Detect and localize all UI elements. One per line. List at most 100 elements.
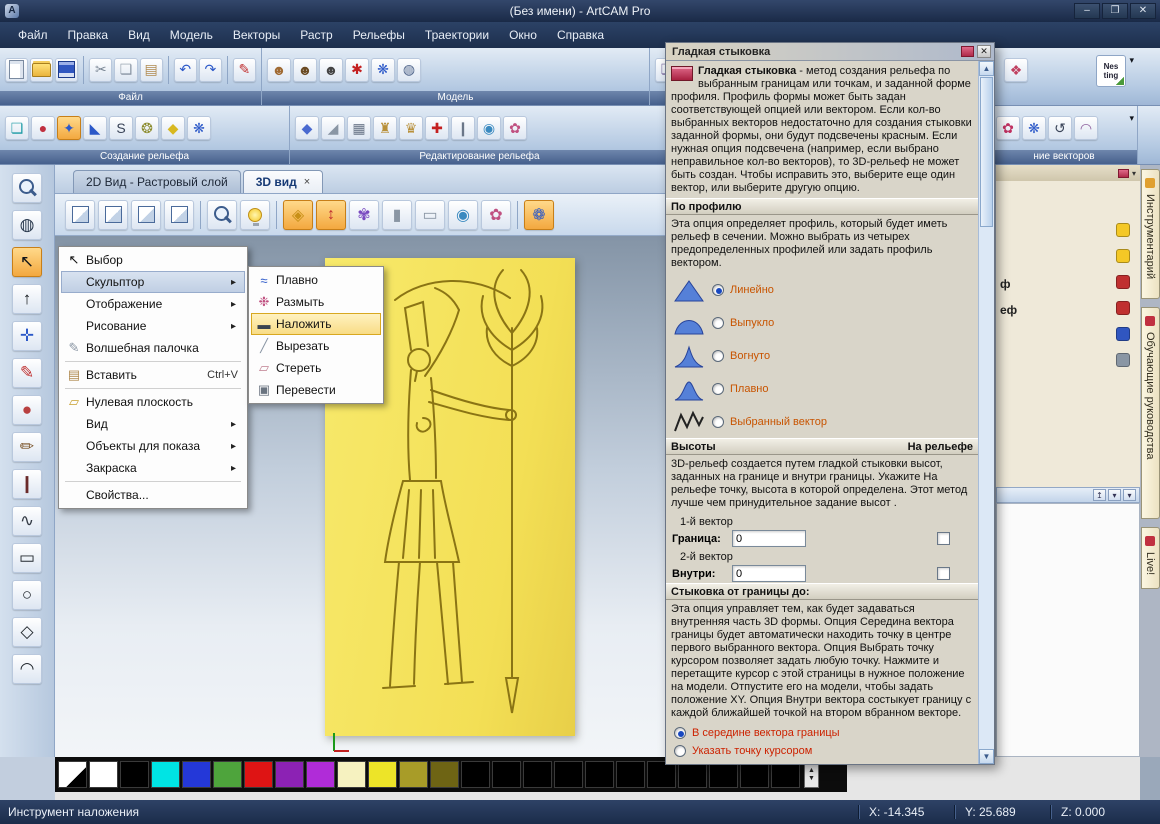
color-swatch[interactable]: [709, 761, 738, 788]
dialog-scrollbar[interactable]: ▲ ▼: [978, 61, 994, 764]
profile-option-concave[interactable]: Вогнуто: [666, 339, 978, 372]
color-swatch[interactable]: [430, 761, 459, 788]
menubar-item[interactable]: Рельефы: [343, 23, 415, 47]
open-folder-icon[interactable]: [30, 58, 53, 82]
save-icon[interactable]: [55, 58, 78, 82]
model-panda-icon[interactable]: ☻: [293, 58, 317, 82]
model-sphere-icon[interactable]: ❋: [371, 58, 395, 82]
scroll-down-icon[interactable]: ▼: [808, 775, 815, 783]
menu-item-zero-plane[interactable]: ▱Нулевая плоскость: [61, 391, 245, 413]
color-swatch[interactable]: [244, 761, 273, 788]
submenu-item-blur[interactable]: ❉Размыть: [251, 291, 381, 313]
inside-input[interactable]: [732, 565, 806, 582]
edit-relief-grid-icon[interactable]: ▦: [347, 116, 371, 140]
color-swatch[interactable]: [647, 761, 676, 788]
new-file-icon[interactable]: [5, 58, 28, 82]
panel-icon[interactable]: [1116, 353, 1130, 367]
color-swatch[interactable]: [337, 761, 366, 788]
scroll-up-icon[interactable]: ▲: [979, 61, 994, 76]
origin-axes-icon[interactable]: ↕: [316, 200, 346, 230]
slab-icon[interactable]: ▭: [415, 200, 445, 230]
dialog-title-bar[interactable]: Гладкая стыковка ✕: [666, 43, 994, 61]
node-edit-tool-icon[interactable]: ↑: [12, 284, 42, 314]
relief-wreath-icon[interactable]: ❂: [135, 116, 159, 140]
toolbar-overflow-icon[interactable]: ▾: [1129, 56, 1134, 65]
menu-item-view[interactable]: Вид▸: [61, 413, 245, 435]
cut-icon[interactable]: ✂: [89, 58, 112, 82]
panel-icon[interactable]: [1116, 249, 1130, 263]
draw-plane-icon[interactable]: ◈: [283, 200, 313, 230]
panel-icon[interactable]: [1116, 327, 1130, 341]
relief-shape-icon[interactable]: ●: [31, 116, 55, 140]
menubar-item[interactable]: Окно: [499, 23, 547, 47]
tab-3d-view[interactable]: 3D вид ×: [243, 170, 323, 193]
maximize-button[interactable]: ❐: [1102, 3, 1128, 19]
polygon-tool-icon[interactable]: ◇: [12, 617, 42, 647]
droplet-icon[interactable]: ◉: [448, 200, 478, 230]
relief-sweep-icon[interactable]: S: [109, 116, 133, 140]
color-swatch[interactable]: [461, 761, 490, 788]
edit-relief-piece2-icon[interactable]: ♛: [399, 116, 423, 140]
palette-scroll-control[interactable]: ▲ ▼: [804, 761, 819, 788]
tab-live[interactable]: Live!: [1141, 527, 1160, 589]
nesting-icon[interactable]: Nes ting: [1096, 55, 1126, 87]
transform-tool-icon[interactable]: ✛: [12, 321, 42, 351]
relief-texture-icon[interactable]: ❋: [187, 116, 211, 140]
submenu-item-smooth[interactable]: ≈Плавно: [251, 269, 381, 291]
copy-icon[interactable]: ❏: [114, 58, 137, 82]
model-mesh-icon[interactable]: ◍: [397, 58, 421, 82]
relief-star-icon[interactable]: ✦: [57, 116, 81, 140]
radio-concave[interactable]: [712, 350, 724, 362]
menubar-item[interactable]: Растр: [290, 23, 342, 47]
tab-toolkit[interactable]: Инструментарий: [1141, 169, 1160, 299]
menubar-item[interactable]: Траектории: [415, 23, 499, 47]
color-swatch[interactable]: [213, 761, 242, 788]
color-swatch[interactable]: [771, 761, 800, 788]
model-figure-icon[interactable]: ☻: [319, 58, 343, 82]
minimize-button[interactable]: –: [1074, 3, 1100, 19]
scroll-up-icon[interactable]: ▲: [808, 767, 815, 775]
arc-tool-icon[interactable]: ◠: [12, 654, 42, 684]
color-swatch[interactable]: [151, 761, 180, 788]
menu-item-show-objects[interactable]: Объекты для показа▸: [61, 435, 245, 457]
border-input[interactable]: [732, 530, 806, 547]
brush-tool-icon[interactable]: ✏: [12, 432, 42, 462]
vec-flower-icon[interactable]: ✿: [996, 116, 1020, 140]
panel-icon[interactable]: [1116, 223, 1130, 237]
vectors-extra-icon[interactable]: ❖: [1004, 58, 1028, 82]
ellipse-tool-icon[interactable]: ○: [12, 580, 42, 610]
color-swatch[interactable]: [585, 761, 614, 788]
menu-item-drawing[interactable]: Рисование▸: [61, 315, 245, 337]
color-swatch[interactable]: [492, 761, 521, 788]
radio-centre-of-vector[interactable]: [674, 727, 686, 739]
color-swatch[interactable]: [740, 761, 769, 788]
colour-shade-icon[interactable]: ✿: [481, 200, 511, 230]
profile-option-vector[interactable]: Выбранный вектор: [666, 405, 978, 438]
color-swatch[interactable]: [120, 761, 149, 788]
color-swatch[interactable]: [306, 761, 335, 788]
tab-close-icon[interactable]: ×: [304, 176, 310, 188]
pin-icon[interactable]: ▾: [1132, 169, 1136, 178]
inside-checkbox[interactable]: [937, 567, 950, 580]
submenu-item-carve[interactable]: ╱Вырезать: [251, 335, 381, 357]
color-swatch[interactable]: [554, 761, 583, 788]
radio-convex[interactable]: [712, 317, 724, 329]
edit-relief-smooth-icon[interactable]: ◆: [295, 116, 319, 140]
dialog-close-button[interactable]: ✕: [977, 45, 991, 58]
radio-linear[interactable]: [712, 284, 724, 296]
menu-item-properties[interactable]: Свойства...: [61, 484, 245, 506]
edit-pencil-icon[interactable]: ✎: [233, 58, 256, 82]
edit-relief-add-icon[interactable]: ✚: [425, 116, 449, 140]
edit-relief-piece1-icon[interactable]: ♜: [373, 116, 397, 140]
globe-tool-icon[interactable]: ◍: [12, 210, 42, 240]
roller-icon[interactable]: ▮: [382, 200, 412, 230]
submenu-item-deposit[interactable]: ▬Наложить: [251, 313, 381, 335]
vec-snow-icon[interactable]: ❋: [1022, 116, 1046, 140]
close-button[interactable]: ✕: [1130, 3, 1156, 19]
panel-icon[interactable]: [1116, 275, 1130, 289]
radio-vector[interactable]: [712, 416, 724, 428]
model-red-icon[interactable]: ✱: [345, 58, 369, 82]
relief-ramp-icon[interactable]: ◣: [83, 116, 107, 140]
toolbar-overflow-icon[interactable]: ▾: [1129, 114, 1134, 123]
submenu-item-translate[interactable]: ▣Перевести: [251, 379, 381, 401]
